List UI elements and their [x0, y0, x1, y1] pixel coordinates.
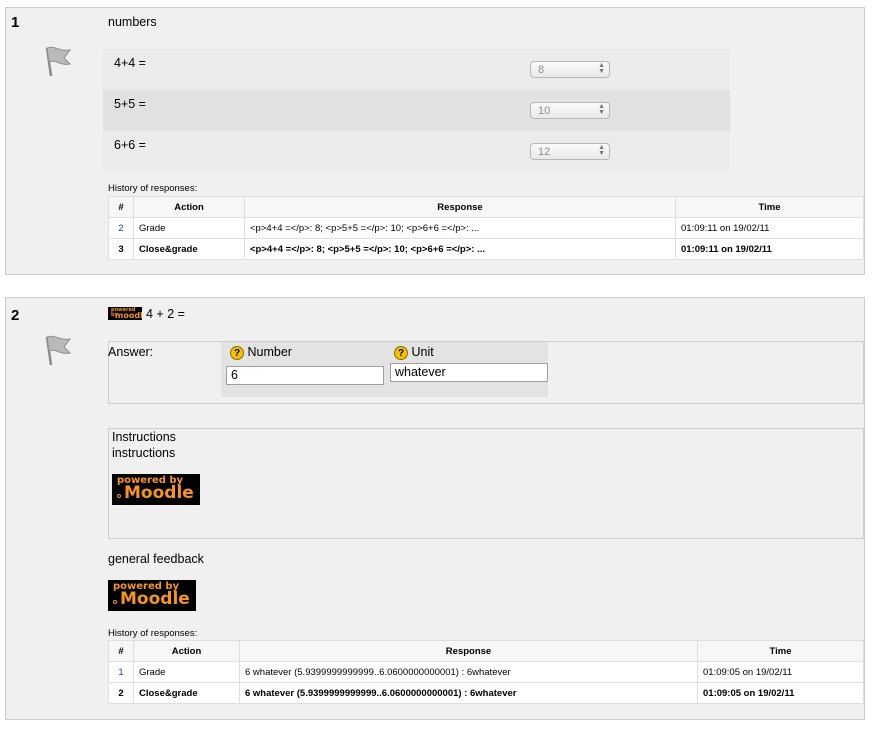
history-action: Grade: [133, 661, 240, 683]
column-header: Time: [697, 640, 864, 662]
flag-icon[interactable]: [40, 333, 74, 369]
instructions-text: instructions: [112, 446, 176, 460]
stepper-arrows-icon: ▲ ▼: [598, 103, 605, 116]
logo-text: moodle: [115, 311, 142, 320]
unit-label: Unit: [411, 345, 434, 359]
number-label: Number: [247, 345, 292, 359]
history-action: Grade: [133, 217, 245, 239]
list-item: [103, 49, 730, 90]
flag-icon[interactable]: [40, 44, 74, 80]
history-action: Close&grade: [133, 682, 240, 704]
answer-select[interactable]: 12 ▲ ▼: [530, 143, 610, 160]
list-item: [103, 90, 730, 131]
answer-select[interactable]: 8 ▲ ▼: [530, 61, 610, 78]
history-time: 01:09:11 on 19/02/11: [675, 238, 864, 260]
history-label: History of responses:: [108, 628, 198, 639]
column-header: Response: [239, 640, 698, 662]
unit-input[interactable]: whatever: [390, 363, 548, 382]
moodle-logo: powered by moodle: [108, 307, 142, 320]
column-header: #: [108, 640, 134, 662]
stepper-arrows-icon: ▲ ▼: [598, 62, 605, 75]
history-action: Close&grade: [133, 238, 245, 260]
history-step-number: 3: [108, 238, 134, 260]
history-step-link[interactable]: 2: [108, 217, 134, 239]
history-table: # Action Response Time 2 Grade <p>4+4 =<…: [108, 196, 864, 260]
history-response: <p>4+4 =</p>: 8; <p>5+5 =</p>: 10; <p>6+…: [244, 217, 676, 239]
history-table: # Action Response Time 1 Grade 6 whateve…: [108, 640, 864, 704]
question-title: numbers: [108, 15, 157, 29]
table-row: 1 Grade 6 whatever (5.9399999999999..6.0…: [108, 661, 864, 683]
logo-dot-icon: [117, 494, 121, 498]
logo-text: Moodle: [124, 483, 194, 503]
column-header: Action: [133, 196, 245, 218]
column-header: #: [108, 196, 134, 218]
list-item: [103, 131, 730, 172]
moodle-logo: powered by Moodle: [108, 580, 196, 611]
logo-text: Moodle: [120, 589, 190, 609]
answer-label: Answer:: [108, 345, 154, 359]
column-header: Response: [244, 196, 676, 218]
history-response: <p>4+4 =</p>: 8; <p>5+5 =</p>: 10; <p>6+…: [244, 238, 676, 260]
history-label: History of responses:: [108, 183, 198, 194]
table-row: 3 Close&grade <p>4+4 =</p>: 8; <p>5+5 =<…: [108, 238, 864, 260]
stepper-arrows-icon: ▲ ▼: [598, 144, 605, 157]
history-step-number: 2: [108, 682, 134, 704]
general-feedback: general feedback: [108, 552, 204, 566]
help-icon[interactable]: ?: [230, 345, 244, 360]
history-step-link[interactable]: 1: [108, 661, 134, 683]
logo-dot-icon: [113, 600, 117, 604]
number-input[interactable]: 6: [226, 366, 384, 385]
moodle-logo: powered by Moodle: [112, 474, 200, 505]
help-icon[interactable]: ?: [394, 345, 408, 360]
history-time: 01:09:11 on 19/02/11: [675, 217, 864, 239]
instructions-box: [108, 428, 864, 539]
table-row: 2 Close&grade 6 whatever (5.939999999999…: [108, 682, 864, 704]
history-time: 01:09:05 on 19/02/11: [697, 661, 864, 683]
instructions-heading: Instructions: [112, 430, 176, 444]
question-number: 1: [11, 14, 20, 31]
table-row: 2 Grade <p>4+4 =</p>: 8; <p>5+5 =</p>: 1…: [108, 217, 864, 239]
answer-select[interactable]: 10 ▲ ▼: [530, 102, 610, 119]
history-response: 6 whatever (5.9399999999999..6.060000000…: [239, 682, 698, 704]
column-header: Time: [675, 196, 864, 218]
question-title: 4 + 2 =: [146, 307, 185, 321]
row-label: 6+6 =: [114, 138, 146, 152]
history-time: 01:09:05 on 19/02/11: [697, 682, 864, 704]
select-value: 12: [538, 146, 551, 158]
select-value: 8: [538, 64, 545, 76]
number-heading: ? Number: [230, 345, 292, 360]
row-label: 4+4 =: [114, 56, 146, 70]
row-label: 5+5 =: [114, 97, 146, 111]
history-response: 6 whatever (5.9399999999999..6.060000000…: [239, 661, 698, 683]
column-header: Action: [133, 640, 240, 662]
select-value: 10: [538, 105, 551, 117]
question-number: 2: [11, 307, 20, 324]
unit-heading: ? Unit: [394, 345, 434, 360]
